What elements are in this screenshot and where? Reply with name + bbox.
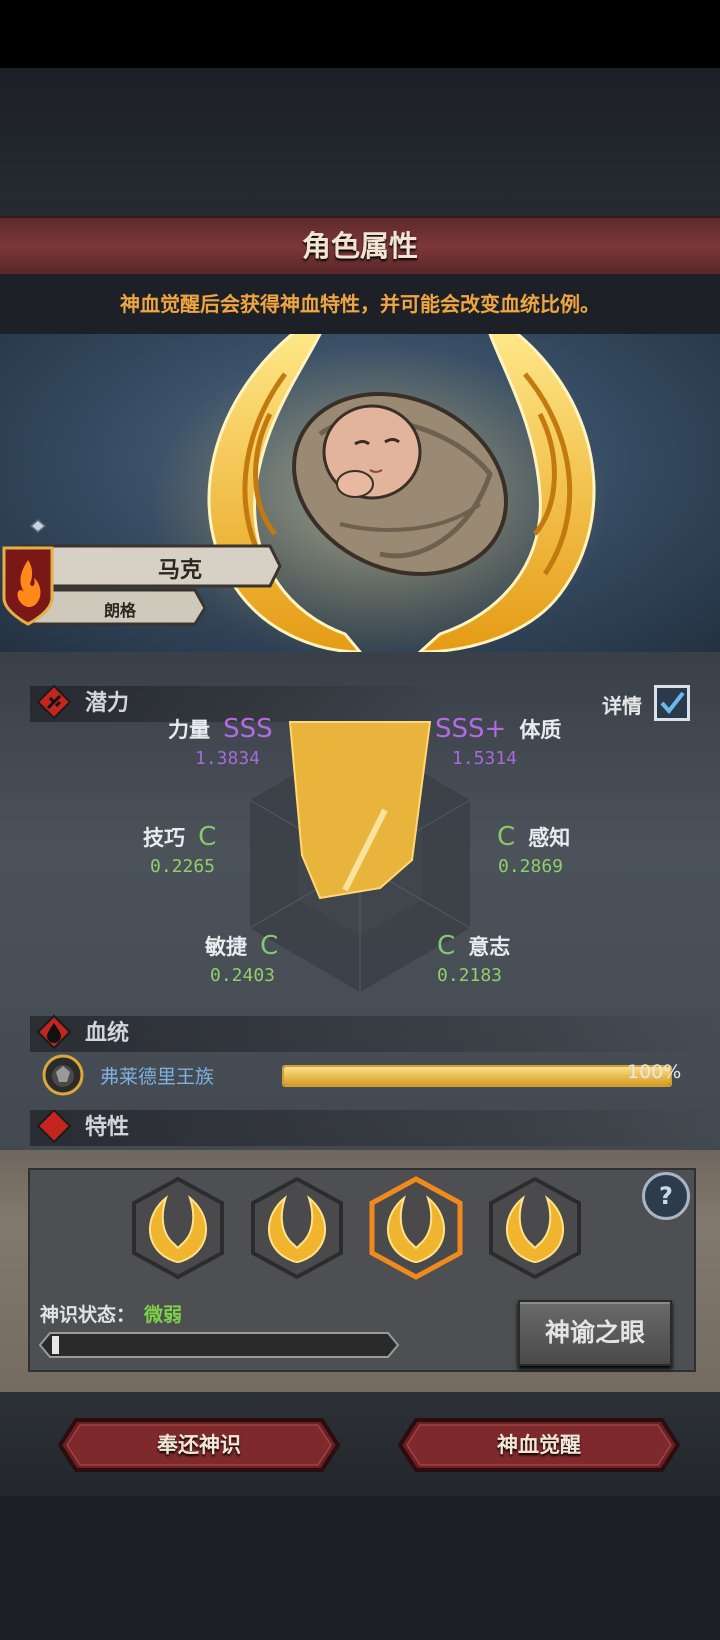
stat-strength: 力量 SSS — [168, 714, 273, 744]
stat-name: 感知 — [528, 826, 571, 850]
potential-icon — [36, 684, 72, 720]
divine-slot-4[interactable] — [487, 1176, 583, 1280]
awakening-hint-text: 神血觉醒后会获得神血特性，并可能会改变血统比例。 — [120, 292, 600, 316]
bloodline-progress-fill — [284, 1067, 670, 1085]
stat-grade: C — [260, 931, 279, 961]
stat-skill: 技巧 C — [143, 822, 216, 852]
stat-constitution-value: 1.5314 — [452, 748, 518, 769]
return-divine-sense-label: 奉还神识 — [157, 1433, 241, 1457]
blood-awaken-label: 神血觉醒 — [497, 1433, 581, 1457]
divine-slot-3[interactable] — [368, 1176, 464, 1280]
stat-name: 力量 — [168, 718, 210, 742]
stat-skill-value: 0.2265 — [150, 856, 216, 877]
stat-constitution: SSS+ 体质 — [435, 714, 561, 744]
title-bar: 角色属性 — [0, 216, 720, 276]
blood-awaken-button[interactable]: 神血觉醒 — [396, 1416, 682, 1474]
character-last-name: 朗格 — [103, 601, 136, 620]
bloodline-row[interactable]: 弗莱德里王族 100% — [42, 1052, 702, 1096]
blood-drop-icon — [36, 1014, 72, 1050]
oracle-eye-label: 神谕之眼 — [544, 1318, 645, 1347]
checkmark-icon — [660, 691, 685, 715]
trait-icon — [36, 1110, 72, 1144]
stat-name: 技巧 — [143, 826, 185, 850]
oracle-eye-button[interactable]: 神谕之眼 — [518, 1300, 672, 1366]
hint-bar: 神血觉醒后会获得神血特性，并可能会改变血统比例。 — [0, 274, 720, 334]
stat-will-value: 0.2183 — [437, 965, 503, 986]
stat-strength-value: 1.3834 — [195, 748, 261, 769]
bloodline-section-header: 血统 — [30, 1014, 720, 1052]
stat-grade: SSS+ — [435, 714, 507, 744]
character-first-name: 马克 — [157, 558, 202, 583]
bloodline-percent: 100% — [627, 1061, 682, 1083]
stat-grade: SSS — [223, 714, 273, 744]
stat-grade: C — [198, 822, 217, 852]
stat-agility-value: 0.2403 — [210, 965, 276, 986]
divine-progress-fill — [52, 1336, 59, 1354]
bottom-blank — [0, 1496, 720, 1640]
stat-name: 敏捷 — [205, 935, 247, 959]
divine-status-value: 微弱 — [144, 1304, 183, 1326]
divine-progress-track — [52, 1336, 382, 1354]
stat-name: 意志 — [468, 935, 511, 959]
divine-slot-1[interactable] — [130, 1176, 226, 1280]
stat-will: C 意志 — [437, 931, 510, 961]
top-status-strip — [0, 0, 720, 68]
stat-perception: C 感知 — [497, 822, 570, 852]
divine-slot-2[interactable] — [249, 1176, 345, 1280]
divine-status-label: 神识状态： — [40, 1304, 136, 1326]
royal-crest-icon — [42, 1054, 84, 1096]
help-button[interactable]: ? — [642, 1172, 690, 1220]
details-label: 详情 — [602, 694, 642, 718]
trait-label: 特性 — [85, 1115, 130, 1140]
details-checkbox[interactable] — [654, 685, 690, 721]
stat-grade: C — [437, 931, 456, 961]
question-icon: ? — [659, 1182, 673, 1210]
upper-background — [0, 68, 720, 216]
stat-name: 体质 — [519, 718, 562, 742]
bloodline-name: 弗莱德里王族 — [100, 1066, 215, 1088]
return-divine-sense-button[interactable]: 奉还神识 — [56, 1416, 342, 1474]
page-title: 角色属性 — [301, 229, 418, 263]
bloodline-label: 血统 — [85, 1021, 130, 1046]
attributes-panel: 潜力 详情 力量 SSS 1.3834 SSS+ 体质 1.5314 技巧 C … — [0, 652, 720, 1152]
trait-section-header-partial: 特性 — [30, 1110, 720, 1152]
stat-grade: C — [497, 822, 516, 852]
potential-label: 潜力 — [85, 691, 130, 716]
stat-agility: 敏捷 C — [205, 931, 278, 961]
divine-slots — [130, 1176, 590, 1280]
stat-perception-value: 0.2869 — [498, 856, 564, 877]
character-portrait-area: 马克 朗格 — [0, 334, 720, 652]
bloodline-progress-track — [282, 1065, 672, 1087]
